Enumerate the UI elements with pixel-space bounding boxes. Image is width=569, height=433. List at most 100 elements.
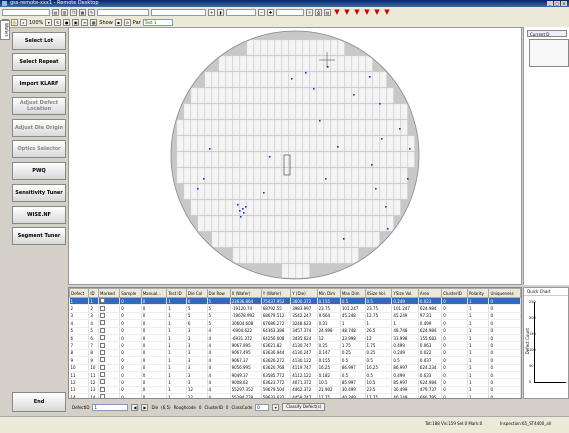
defect-point[interactable] [239,210,241,212]
die[interactable] [351,119,359,136]
die[interactable] [386,87,394,104]
save-icon[interactable]: ▥ [61,9,68,16]
die[interactable] [239,151,247,168]
classcode-select[interactable]: 0 [255,403,270,411]
die[interactable] [323,135,331,152]
die[interactable] [190,103,198,120]
die[interactable] [330,183,338,200]
die[interactable] [316,55,324,72]
sensitivity-tuner-button[interactable]: Sensitivity Tuner [12,184,66,202]
defect-point[interactable] [203,178,205,180]
die[interactable] [260,87,268,104]
die[interactable] [260,167,268,184]
table-row[interactable]: 12 12 0 0 1 3 4 9008.62 63623.772 4071.372 10.5 85.… [69,378,521,387]
die[interactable] [316,247,324,264]
checkbox-icon[interactable] [100,394,106,398]
die[interactable] [351,151,359,168]
die[interactable] [274,135,282,152]
checkbox-icon[interactable] [100,372,106,378]
die[interactable] [323,199,331,216]
segment-tuner-button[interactable]: Segment Tuner [12,227,66,245]
die[interactable] [344,151,352,168]
die[interactable] [400,119,408,136]
checkbox-icon[interactable] [100,364,106,370]
die[interactable] [316,119,324,136]
die[interactable] [176,167,184,184]
die[interactable] [204,183,212,200]
die[interactable] [295,39,303,56]
die[interactable] [239,71,247,88]
die[interactable] [344,183,352,200]
die[interactable] [337,151,345,168]
column-header[interactable]: Polarity [466,288,490,298]
filter-advanced-icon[interactable]: ▼ [373,9,381,16]
die[interactable] [309,231,317,248]
die[interactable] [302,151,310,168]
die[interactable] [211,215,219,232]
die[interactable] [330,103,338,120]
die[interactable] [274,231,282,248]
die[interactable] [239,247,247,264]
die[interactable] [267,71,275,88]
defect-point[interactable] [263,192,265,194]
die[interactable] [225,135,233,152]
die[interactable] [260,247,268,264]
die[interactable] [358,231,366,248]
die[interactable] [274,215,282,232]
map-icon[interactable]: ▩ [90,19,98,26]
die[interactable] [274,247,282,264]
die[interactable] [288,87,296,104]
die[interactable] [330,167,338,184]
marked-checkbox[interactable] [98,356,121,365]
die[interactable] [295,167,303,184]
die[interactable] [288,247,296,264]
die[interactable] [232,231,240,248]
defect-point[interactable] [399,128,401,130]
die[interactable] [372,151,380,168]
die[interactable] [267,199,275,216]
die[interactable] [246,87,254,104]
die[interactable] [295,103,303,120]
checkbox-icon[interactable] [100,357,106,363]
die[interactable] [183,183,191,200]
die[interactable] [295,247,303,264]
die[interactable] [295,119,303,136]
die[interactable] [281,263,289,279]
column-header[interactable]: Uniqueness [488,288,521,298]
defect-point[interactable] [327,66,329,68]
die[interactable] [379,87,387,104]
die[interactable] [379,119,387,136]
die[interactable] [330,199,338,216]
die[interactable] [365,87,373,104]
adjust-die-origin-button[interactable]: Adjust Die Origin [12,119,66,137]
defect-point[interactable] [305,72,307,74]
die[interactable] [246,119,254,136]
column-header[interactable]: X (Wafer) [229,288,262,298]
import-klarf-button[interactable]: Import KLARF [12,75,66,93]
die[interactable] [323,119,331,136]
die[interactable] [288,263,296,279]
die[interactable] [274,119,282,136]
die[interactable] [330,87,338,104]
die[interactable] [197,199,205,216]
table-row[interactable]: 7 7 0 0 1 3 4 9067.995 63621.82 4130.747 0.25 1.75 1… [69,341,521,350]
die[interactable] [281,87,289,104]
die[interactable] [260,55,268,72]
die[interactable] [393,103,401,120]
die[interactable] [358,119,366,136]
die[interactable] [260,151,268,168]
die[interactable] [323,87,331,104]
remove-icon[interactable]: − [258,9,265,16]
die[interactable] [225,103,233,120]
marked-checkbox[interactable] [98,327,121,335]
filter-remove-icon[interactable]: ▼ [353,9,361,16]
die[interactable] [309,167,317,184]
die[interactable] [197,119,205,136]
die[interactable] [372,135,380,152]
die[interactable] [309,215,317,232]
die[interactable] [225,55,233,72]
die[interactable] [211,151,219,168]
die[interactable] [204,103,212,120]
defect-point[interactable] [319,120,321,122]
die[interactable] [176,151,184,168]
